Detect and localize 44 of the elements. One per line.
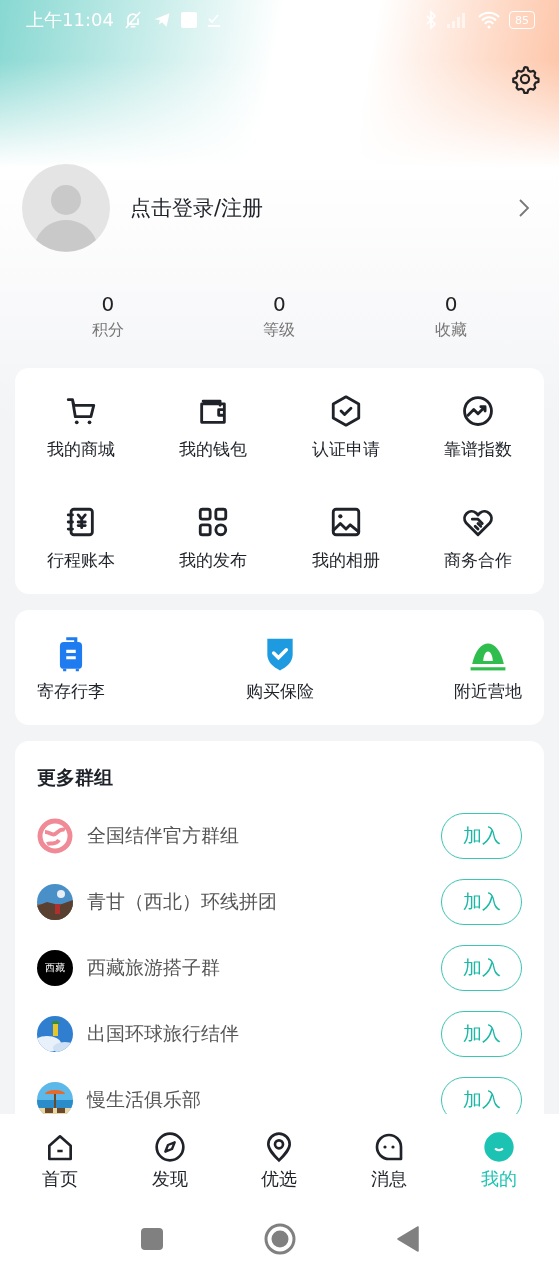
group-name: 全国结伴官方群组: [87, 823, 240, 848]
group-avatar: 西藏: [37, 950, 73, 986]
group-name: 西藏旅游搭子群: [87, 955, 221, 980]
tab[interactable]: 消息: [354, 1127, 425, 1191]
group-name: 青甘（西北）环线拼团: [87, 889, 278, 914]
service-item[interactable]: 寄存行李: [37, 634, 105, 703]
tab[interactable]: 首页: [24, 1127, 95, 1191]
login-row[interactable]: 点击登录/注册: [22, 164, 559, 252]
stat-value: 0: [444, 292, 458, 316]
stat-label: 积分: [91, 320, 124, 341]
tab[interactable]: 优选: [244, 1127, 315, 1191]
feature-item[interactable]: 认证申请: [279, 394, 412, 461]
stat-value: 0: [101, 292, 115, 316]
feature-item[interactable]: 我的商城: [15, 394, 148, 461]
chevron-right-icon: [517, 197, 531, 219]
feature-item[interactable]: 我的相册: [279, 505, 412, 572]
stat-label: 收藏: [435, 320, 468, 341]
section-title: 更多群组: [37, 765, 114, 790]
feature-item[interactable]: 我的钱包: [147, 394, 280, 461]
feature-item[interactable]: 我的发布: [147, 505, 280, 572]
trend-chart-icon: [460, 394, 495, 428]
feature-item[interactable]: 商务合作: [411, 505, 544, 572]
group-name: 出国环球旅行结伴: [87, 1021, 240, 1046]
login-text: 点击登录/注册: [130, 195, 265, 222]
back-button[interactable]: [395, 1226, 420, 1252]
service-item[interactable]: 购买保险: [245, 634, 314, 703]
smile-icon: [483, 1131, 516, 1163]
wifi-icon: [477, 11, 501, 29]
feature-item[interactable]: 行程账本: [15, 505, 148, 572]
globe-logo-icon: [37, 818, 73, 854]
group-name: 慢生活俱乐部: [87, 1087, 202, 1112]
clock-time: 上午11:04: [26, 8, 114, 32]
feature-item[interactable]: 靠谱指数: [411, 394, 544, 461]
compass-icon: [153, 1131, 186, 1163]
bluetooth-icon: [425, 10, 437, 30]
stat-value: 0: [273, 292, 286, 316]
home-button[interactable]: [263, 1223, 296, 1255]
battery-indicator: 85: [509, 11, 535, 29]
settings-icon[interactable]: [510, 64, 540, 94]
service-item[interactable]: 附近营地: [454, 634, 522, 703]
download-done-icon: [205, 12, 222, 28]
stat-label: 等级: [263, 320, 296, 341]
recents-button[interactable]: [139, 1227, 164, 1251]
tab[interactable]: 发现: [134, 1127, 205, 1191]
